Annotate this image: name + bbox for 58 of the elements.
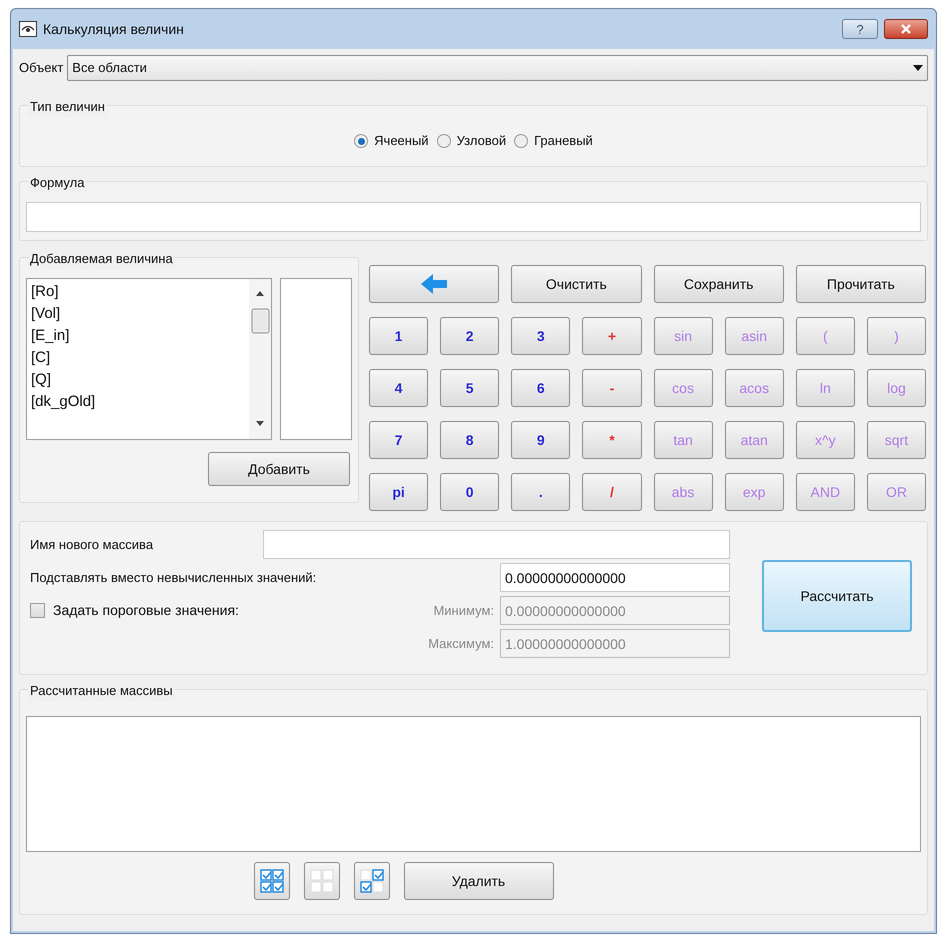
invert-selection-button[interactable]: [354, 862, 390, 900]
list-item[interactable]: [Q]: [31, 369, 249, 391]
close-icon: [900, 24, 912, 34]
dropdown-arrow-icon: [913, 65, 923, 71]
calculator-key[interactable]: +: [582, 317, 642, 355]
eye-icon: [19, 21, 37, 37]
calculator-key[interactable]: -: [582, 369, 642, 407]
field-label: Максимум:: [427, 634, 494, 653]
calculator-key[interactable]: 0: [440, 473, 500, 511]
toolbar-button[interactable]: Очистить: [511, 265, 642, 303]
calculator-key[interactable]: 1: [369, 317, 428, 355]
calculator-key[interactable]: 5: [440, 369, 500, 407]
list-item[interactable]: [dk_gOld]: [31, 391, 249, 413]
calculator-key[interactable]: /: [582, 473, 642, 511]
left-arrow-icon: [421, 274, 448, 294]
list-item[interactable]: [C]: [31, 347, 249, 369]
calculator-key[interactable]: 3: [511, 317, 570, 355]
formula-field[interactable]: [26, 202, 921, 232]
radio-option[interactable]: Узловой: [436, 131, 506, 151]
value-list[interactable]: [Ro] [Vol] [E_in] [C] [Q] [dk_gOld]: [26, 278, 272, 440]
secondary-list[interactable]: [280, 278, 352, 440]
deselect-all-button[interactable]: [304, 862, 340, 900]
checkbox-grid-icon: [360, 869, 384, 893]
scrollbar[interactable]: [249, 279, 271, 439]
window-title: Калькуляция величин: [43, 20, 184, 39]
object-dropdown[interactable]: Все области: [67, 55, 928, 81]
add-button[interactable]: Добавить: [208, 452, 350, 486]
checkbox-grid-icon: [310, 869, 334, 893]
back-button[interactable]: [369, 265, 500, 303]
help-button[interactable]: ?: [842, 19, 878, 39]
field-label: Подставлять вместо невычисленных значений:: [30, 568, 318, 587]
select-all-button[interactable]: [254, 862, 290, 900]
list-item[interactable]: [Ro]: [31, 281, 249, 303]
calculator-key[interactable]: 2: [440, 317, 500, 355]
calculator-key[interactable]: 4: [369, 369, 428, 407]
list-item[interactable]: [E_in]: [31, 325, 249, 347]
close-button[interactable]: [884, 19, 928, 39]
calculator-key[interactable]: 9: [511, 421, 570, 459]
name-field[interactable]: [262, 530, 730, 559]
calculator-key[interactable]: 6: [511, 369, 570, 407]
radio-option[interactable]: Граневый: [514, 131, 593, 151]
radio-button[interactable]: [354, 134, 368, 148]
delete-button[interactable]: Удалить: [404, 862, 554, 900]
calculator-key[interactable]: *: [582, 421, 642, 459]
toolbar-button[interactable]: Сохранить: [654, 265, 784, 303]
radio-button[interactable]: [514, 134, 528, 148]
toolbar-button[interactable]: Прочитать: [796, 265, 926, 303]
calculator-key[interactable]: .: [511, 473, 570, 511]
radio-option[interactable]: Ячееный: [354, 131, 429, 151]
calculator-key[interactable]: 7: [369, 421, 428, 459]
radio-button[interactable]: [436, 134, 451, 148]
field-label: Объект: [19, 59, 64, 78]
field-label: Имя нового массива: [30, 536, 154, 554]
list-item[interactable]: [Vol]: [31, 303, 249, 325]
field-label: Минимум:: [432, 602, 494, 620]
calculator-key[interactable]: 8: [440, 421, 500, 459]
calculator-key[interactable]: pi: [369, 473, 428, 511]
checkbox-grid-icon: [260, 869, 284, 893]
